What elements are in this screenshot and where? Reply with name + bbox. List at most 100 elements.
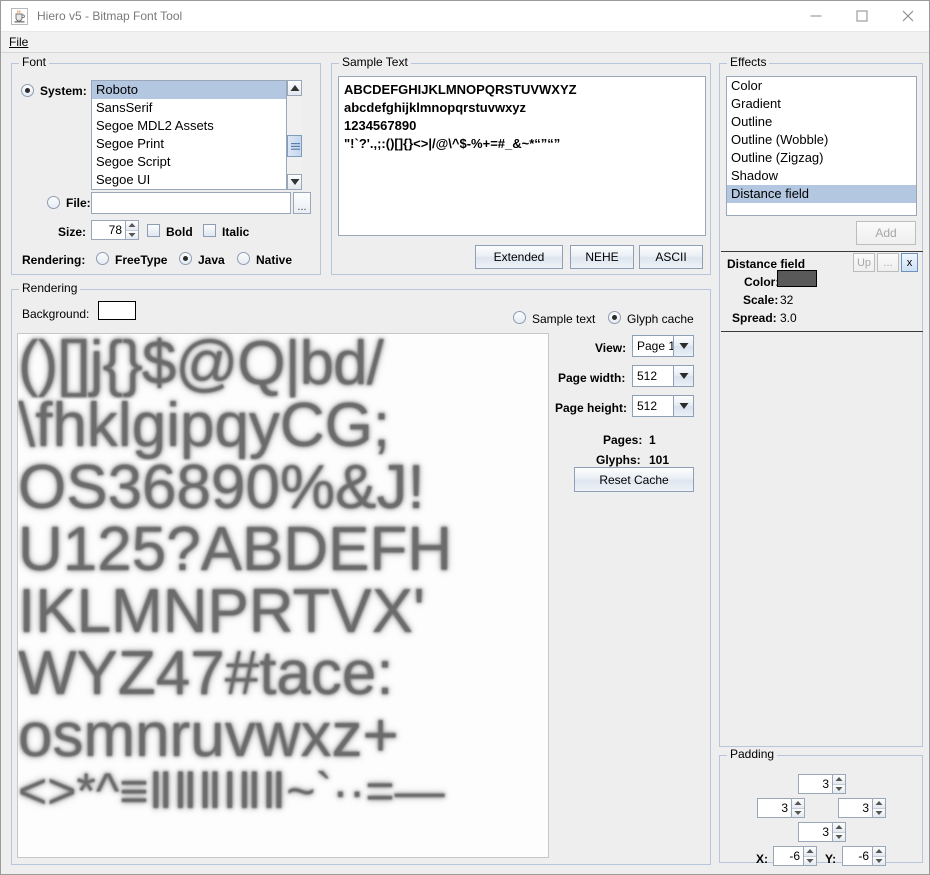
stepper-up-icon[interactable] — [804, 847, 816, 857]
effect-scale-label: Scale: — [743, 293, 778, 307]
sample-text-panel: Sample Text ABCDEFGHIJKLMNOPQRSTUVWXYZ a… — [331, 63, 711, 275]
glyph-cache-row: IKLMNPRTVX' — [18, 576, 548, 647]
view-page-select[interactable]: Page 1 — [632, 335, 694, 357]
padding-top-stepper[interactable]: 3 — [798, 774, 846, 794]
ascii-charset-button[interactable]: ASCII — [639, 245, 703, 269]
pages-value: 1 — [649, 433, 656, 447]
stepper-up-icon[interactable] — [873, 799, 885, 809]
page-height-value: 512 — [633, 396, 673, 416]
padding-y-label: Y: — [825, 852, 836, 866]
sample-text-line: abcdefghijklmnopqrstuvwxyz — [344, 99, 700, 117]
list-item[interactable]: Shadow — [727, 167, 916, 185]
padding-left-value[interactable]: 3 — [758, 799, 791, 817]
rendering-java-radio[interactable] — [179, 252, 192, 265]
stepper-up-icon[interactable] — [873, 847, 885, 857]
list-item[interactable]: Gradient — [727, 95, 916, 113]
font-list-scrollbar[interactable] — [286, 80, 302, 190]
padding-y-stepper[interactable]: -6 — [842, 846, 886, 866]
list-item[interactable]: Segoe Print — [92, 135, 301, 153]
padding-x-stepper[interactable]: -6 — [773, 846, 817, 866]
effects-list[interactable]: Color Gradient Outline Outline (Wobble) … — [726, 76, 917, 216]
rendering-native-radio[interactable] — [237, 252, 250, 265]
font-size-value[interactable]: 78 — [92, 221, 125, 239]
active-effect-name: Distance field — [727, 257, 805, 271]
system-font-label: System: — [40, 84, 87, 98]
padding-left-stepper[interactable]: 3 — [757, 798, 805, 818]
effect-config-button[interactable]: ... — [877, 253, 899, 272]
close-button[interactable] — [885, 1, 930, 31]
list-item[interactable]: Distance field — [727, 185, 916, 203]
minimize-button[interactable] — [793, 1, 839, 31]
stepper-down-icon[interactable] — [873, 809, 885, 818]
chevron-down-icon[interactable] — [673, 336, 693, 356]
effect-move-up-button[interactable]: Up — [853, 253, 875, 272]
list-item[interactable]: Roboto — [92, 81, 301, 99]
rendering-freetype-label: FreeType — [115, 253, 167, 267]
system-font-list[interactable]: Roboto SansSerif Segoe MDL2 Assets Segoe… — [91, 80, 302, 190]
reset-cache-button[interactable]: Reset Cache — [574, 467, 694, 492]
list-item[interactable]: Outline (Zigzag) — [727, 149, 916, 167]
padding-x-value[interactable]: -6 — [774, 847, 803, 865]
padding-bottom-stepper[interactable]: 3 — [798, 822, 846, 842]
effect-scale-value[interactable]: 32 — [780, 293, 793, 307]
scroll-down-arrow-icon[interactable] — [287, 174, 302, 190]
stepper-up-icon[interactable] — [833, 775, 845, 785]
sample-text-input[interactable]: ABCDEFGHIJKLMNOPQRSTUVWXYZ abcdefghijklm… — [338, 76, 706, 236]
scroll-up-arrow-icon[interactable] — [287, 80, 302, 96]
system-font-radio[interactable] — [21, 84, 34, 97]
list-item[interactable]: Segoe Script — [92, 153, 301, 171]
bold-checkbox[interactable] — [147, 224, 160, 237]
stepper-down-icon[interactable] — [833, 833, 845, 842]
view-mode-glyph-cache-label: Glyph cache — [627, 312, 694, 326]
menu-item-file[interactable]: File — [7, 35, 30, 50]
stepper-up-icon[interactable] — [833, 823, 845, 833]
view-mode-sample-text-radio[interactable] — [513, 311, 526, 324]
stepper-down-icon[interactable] — [833, 785, 845, 794]
font-file-browse-button[interactable]: ... — [293, 192, 311, 214]
list-item[interactable]: Outline — [727, 113, 916, 131]
sample-text-panel-title: Sample Text — [339, 56, 411, 69]
rendering-freetype-radio[interactable] — [96, 252, 109, 265]
list-item[interactable]: SansSerif — [92, 99, 301, 117]
nehe-charset-button[interactable]: NEHE — [570, 245, 634, 269]
list-item[interactable]: Segoe MDL2 Assets — [92, 117, 301, 135]
italic-checkbox[interactable] — [203, 224, 216, 237]
scrollbar-thumb[interactable] — [287, 135, 302, 157]
effect-color-swatch[interactable] — [777, 270, 817, 287]
file-font-radio[interactable] — [47, 196, 60, 209]
list-item[interactable]: Segoe UI — [92, 171, 301, 189]
background-color-swatch[interactable] — [98, 301, 136, 320]
maximize-button[interactable] — [839, 1, 885, 31]
stepper-buttons — [832, 823, 845, 841]
stepper-up-icon[interactable] — [792, 799, 804, 809]
padding-right-value[interactable]: 3 — [839, 799, 872, 817]
stepper-buttons — [832, 775, 845, 793]
stepper-down-icon[interactable] — [792, 809, 804, 818]
effect-remove-button[interactable]: x — [901, 253, 918, 272]
view-mode-glyph-cache-radio[interactable] — [608, 311, 621, 324]
extended-charset-button[interactable]: Extended — [475, 245, 563, 269]
font-file-input[interactable] — [91, 192, 291, 214]
page-height-select[interactable]: 512 — [632, 395, 694, 417]
stepper-down-icon[interactable] — [873, 857, 885, 866]
add-effect-button[interactable]: Add — [856, 221, 916, 245]
stepper-down-icon[interactable] — [126, 231, 138, 240]
stepper-down-icon[interactable] — [804, 857, 816, 866]
glyph-cache-canvas[interactable]: ()[]j{}$@Q|bd/ \fhklgipqyCG; OS36890%&J!… — [17, 333, 549, 858]
chevron-down-icon[interactable] — [673, 366, 693, 386]
padding-y-value[interactable]: -6 — [843, 847, 872, 865]
list-item[interactable]: Outline (Wobble) — [727, 131, 916, 149]
list-item[interactable]: Color — [727, 77, 916, 95]
padding-right-stepper[interactable]: 3 — [838, 798, 886, 818]
chevron-down-icon[interactable] — [673, 396, 693, 416]
menu-item-file-label: File — [9, 35, 28, 49]
padding-bottom-value[interactable]: 3 — [799, 823, 832, 841]
stepper-up-icon[interactable] — [126, 221, 138, 231]
effects-panel: Effects Color Gradient Outline Outline (… — [719, 63, 923, 747]
page-width-select[interactable]: 512 — [632, 365, 694, 387]
padding-top-value[interactable]: 3 — [799, 775, 832, 793]
font-panel: Font System: Roboto SansSerif Segoe MDL2… — [11, 63, 321, 275]
stepper-buttons — [872, 799, 885, 817]
effect-spread-value[interactable]: 3.0 — [780, 311, 797, 325]
font-size-stepper[interactable]: 78 — [91, 220, 139, 240]
